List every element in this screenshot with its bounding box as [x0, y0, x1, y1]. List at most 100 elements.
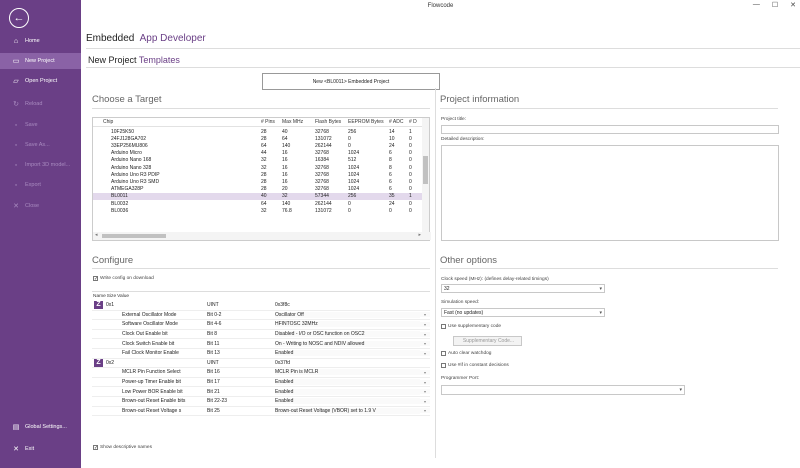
checkbox-box[interactable]	[441, 324, 446, 329]
tab-embedded[interactable]: Embedded	[86, 33, 134, 44]
programmer-port-select[interactable]	[441, 385, 685, 395]
sidebar-item-label: Home	[25, 38, 40, 44]
tab-new-project[interactable]: New Project	[88, 55, 137, 65]
config-row[interactable]: Low Power BOR Enable bit Bit 21 Enabled ▾	[92, 387, 430, 397]
new-embedded-project-button[interactable]: New <BL0011> Embedded Project	[262, 73, 440, 90]
config-value[interactable]: MCLR Pin is MCLR	[275, 369, 420, 376]
auto-clear-watchdog-checkbox[interactable]: Auto clear watchdog	[441, 351, 491, 356]
sidebar-item-close[interactable]: ✕ Close	[0, 198, 81, 214]
column-header[interactable]: # ADC	[389, 119, 409, 125]
scroll-thumb[interactable]	[102, 234, 166, 238]
sidebar-item-exit[interactable]: ✕ Exit	[0, 441, 81, 457]
table-row[interactable]: Arduino Micro 44 16 32768 1024 6 0	[93, 150, 423, 157]
config-row[interactable]: External Oscillator Mode Bit 0-2 Oscillato…	[92, 311, 430, 321]
column-header[interactable]: # Pins	[261, 119, 282, 125]
scroll-left-icon[interactable]: ◂	[95, 232, 98, 238]
table-row[interactable]: 33EP256MU806 64 140 262144 0 24 0	[93, 142, 423, 149]
config-row[interactable]: Fail Clock Monitor Enable Bit 13 Enabled ▾	[92, 349, 430, 359]
sidebar-item-save[interactable]: ▫ Save	[0, 117, 81, 133]
table-row[interactable]: Arduino Uno R3 PDIP 28 16 32768 1024 6 0	[93, 171, 423, 178]
config-value[interactable]: Disabled - I/O or OSC function on OSC2	[275, 331, 420, 338]
dropdown-arrow-icon[interactable]: ▾	[420, 341, 430, 347]
table-cell: 0	[409, 186, 412, 193]
table-row[interactable]: BL0011 40 32 57344 256 35 1	[93, 192, 423, 200]
config-group-row[interactable]: Z 0x1 UINT 0x3f8c	[92, 301, 430, 311]
table-row[interactable]: BL0032 64 140 262144 0 24 0	[93, 200, 423, 207]
dropdown-arrow-icon[interactable]: ▾	[420, 379, 430, 385]
sidebar-item-export[interactable]: ▫ Export	[0, 177, 81, 193]
write-config-checkbox[interactable]: ✓ Write config on download	[93, 276, 154, 282]
config-value[interactable]: Enabled	[275, 398, 420, 405]
table-cell: 0	[409, 142, 412, 149]
table-cell: 32	[282, 193, 288, 200]
table-row[interactable]: 10F25K50 28 40 32768 256 14 1	[93, 128, 423, 135]
tab-app-developer[interactable]: App Developer	[140, 33, 206, 44]
sidebar-item-reload[interactable]: ↻ Reload	[0, 96, 81, 112]
sidebar-item-home[interactable]: ⌂ Home	[0, 33, 81, 49]
table-row[interactable]: Arduino Nano 328 32 16 32768 1024 8 0	[93, 164, 423, 171]
table-row[interactable]: Arduino Nano 168 32 16 16384 512 8 0	[93, 157, 423, 164]
config-group-row[interactable]: Z 0x2 UINT 0x37fd	[92, 358, 430, 369]
dropdown-arrow-icon[interactable]: ▾	[420, 398, 430, 404]
config-row[interactable]: Power-up Timer Enable bit Bit 17 Enabled ▾	[92, 378, 430, 388]
sidebar-item-open-project[interactable]: ▱ Open Project	[0, 73, 81, 89]
config-value[interactable]: Brown-out Reset Voltage (VBOR) set to 1.…	[275, 407, 420, 414]
dropdown-arrow-icon[interactable]: ▾	[420, 331, 430, 337]
column-header[interactable]: Flash Bytes	[315, 119, 348, 125]
back-button[interactable]: ←	[9, 8, 29, 28]
config-table: Name Size Value Z 0x1 UINT 0x3f8c External Osc…	[92, 291, 430, 439]
description-textarea[interactable]	[441, 145, 779, 241]
scroll-thumb[interactable]	[423, 156, 428, 184]
table-cell: 32768	[315, 186, 329, 193]
sidebar-item-save-as[interactable]: ▫ Save As...	[0, 137, 81, 153]
dropdown-arrow-icon[interactable]: ▾	[420, 389, 430, 395]
table-row[interactable]: 24FJ128GA702 28 64 131072 0 10 0	[93, 135, 423, 142]
table-row[interactable]: BL0036 32 76.8 131072 0 0 0	[93, 207, 423, 214]
column-header[interactable]: EEPROM Bytes	[348, 119, 389, 125]
use-ifdef-checkbox[interactable]: Use #if in constant decisions	[441, 363, 509, 368]
config-row[interactable]: Brown-out Reset Voltage s Bit 25 Brown-out…	[92, 407, 430, 417]
config-row[interactable]: MCLR Pin Function Select Bit 16 MCLR Pin i…	[92, 368, 430, 378]
dropdown-arrow-icon[interactable]: ▾	[420, 408, 430, 414]
column-header[interactable]: Chip	[93, 119, 261, 125]
checkbox-box[interactable]: ✓	[93, 276, 98, 282]
config-row[interactable]: Clock Switch Enable bit Bit 11 On - Writin…	[92, 339, 430, 349]
config-size: Bit 22-23	[207, 398, 228, 405]
use-supplementary-checkbox[interactable]: Use supplementary code	[441, 324, 501, 329]
config-value[interactable]: Oscillator Off	[275, 311, 420, 318]
target-horizontal-scrollbar[interactable]: ◂ ▸	[93, 232, 431, 240]
minimize-icon[interactable]: —	[753, 1, 760, 9]
checkbox-box[interactable]: ✓	[93, 445, 98, 451]
config-value[interactable]: HFINTOSC 32MHz	[275, 321, 420, 328]
simulation-speed-select[interactable]: Fast (no updates)	[441, 308, 605, 317]
config-value[interactable]: Enabled	[275, 350, 420, 357]
config-row[interactable]: Software Oscillator Mode Bit 4-6 HFINTOSC …	[92, 320, 430, 330]
tab-templates[interactable]: Templates	[139, 55, 180, 65]
dropdown-arrow-icon[interactable]: ▾	[420, 350, 430, 356]
clock-speed-select[interactable]: 32	[441, 284, 605, 293]
config-value[interactable]: Enabled	[275, 388, 420, 395]
target-vertical-scrollbar[interactable]	[422, 118, 429, 232]
maximize-icon[interactable]: ☐	[772, 1, 778, 9]
config-value[interactable]: On - Writing to NOSC and NDIV allowed	[275, 340, 420, 347]
table-row[interactable]: ATMEGA328P 28 20 32768 1024 6 0	[93, 186, 423, 193]
column-header[interactable]: Max MHz	[282, 119, 315, 125]
config-row[interactable]: Clock Out Enable bit Bit 8 Disabled - I/O …	[92, 330, 430, 340]
dropdown-arrow-icon[interactable]: ▾	[420, 321, 430, 327]
dropdown-arrow-icon[interactable]: ▾	[420, 312, 430, 318]
config-row[interactable]: Brown-out Reset Enable bits Bit 22-23 Enab…	[92, 397, 430, 407]
project-title-input[interactable]	[441, 125, 779, 134]
checkbox-box[interactable]	[441, 363, 446, 368]
sidebar-item-global-settings[interactable]: ▤ Global Settings...	[0, 419, 81, 435]
dropdown-arrow-icon[interactable]: ▾	[420, 369, 430, 375]
sidebar-item-new-project[interactable]: ▭ New Project	[0, 53, 81, 69]
supplementary-code-button[interactable]: Supplementary Code...	[453, 336, 522, 346]
close-window-icon[interactable]: ✕	[790, 1, 796, 9]
column-header[interactable]: # D	[409, 119, 421, 125]
checkbox-box[interactable]	[441, 351, 446, 356]
table-row[interactable]: Arduino Uno R3 SMD 28 16 32768 1024 6 0	[93, 178, 423, 185]
config-value[interactable]: Enabled	[275, 379, 420, 386]
sidebar-item-import-3d-model[interactable]: ▫ Import 3D model...	[0, 157, 81, 173]
show-descriptive-checkbox[interactable]: ✓ Show descriptive names	[93, 445, 152, 451]
scroll-right-icon[interactable]: ▸	[418, 232, 421, 238]
